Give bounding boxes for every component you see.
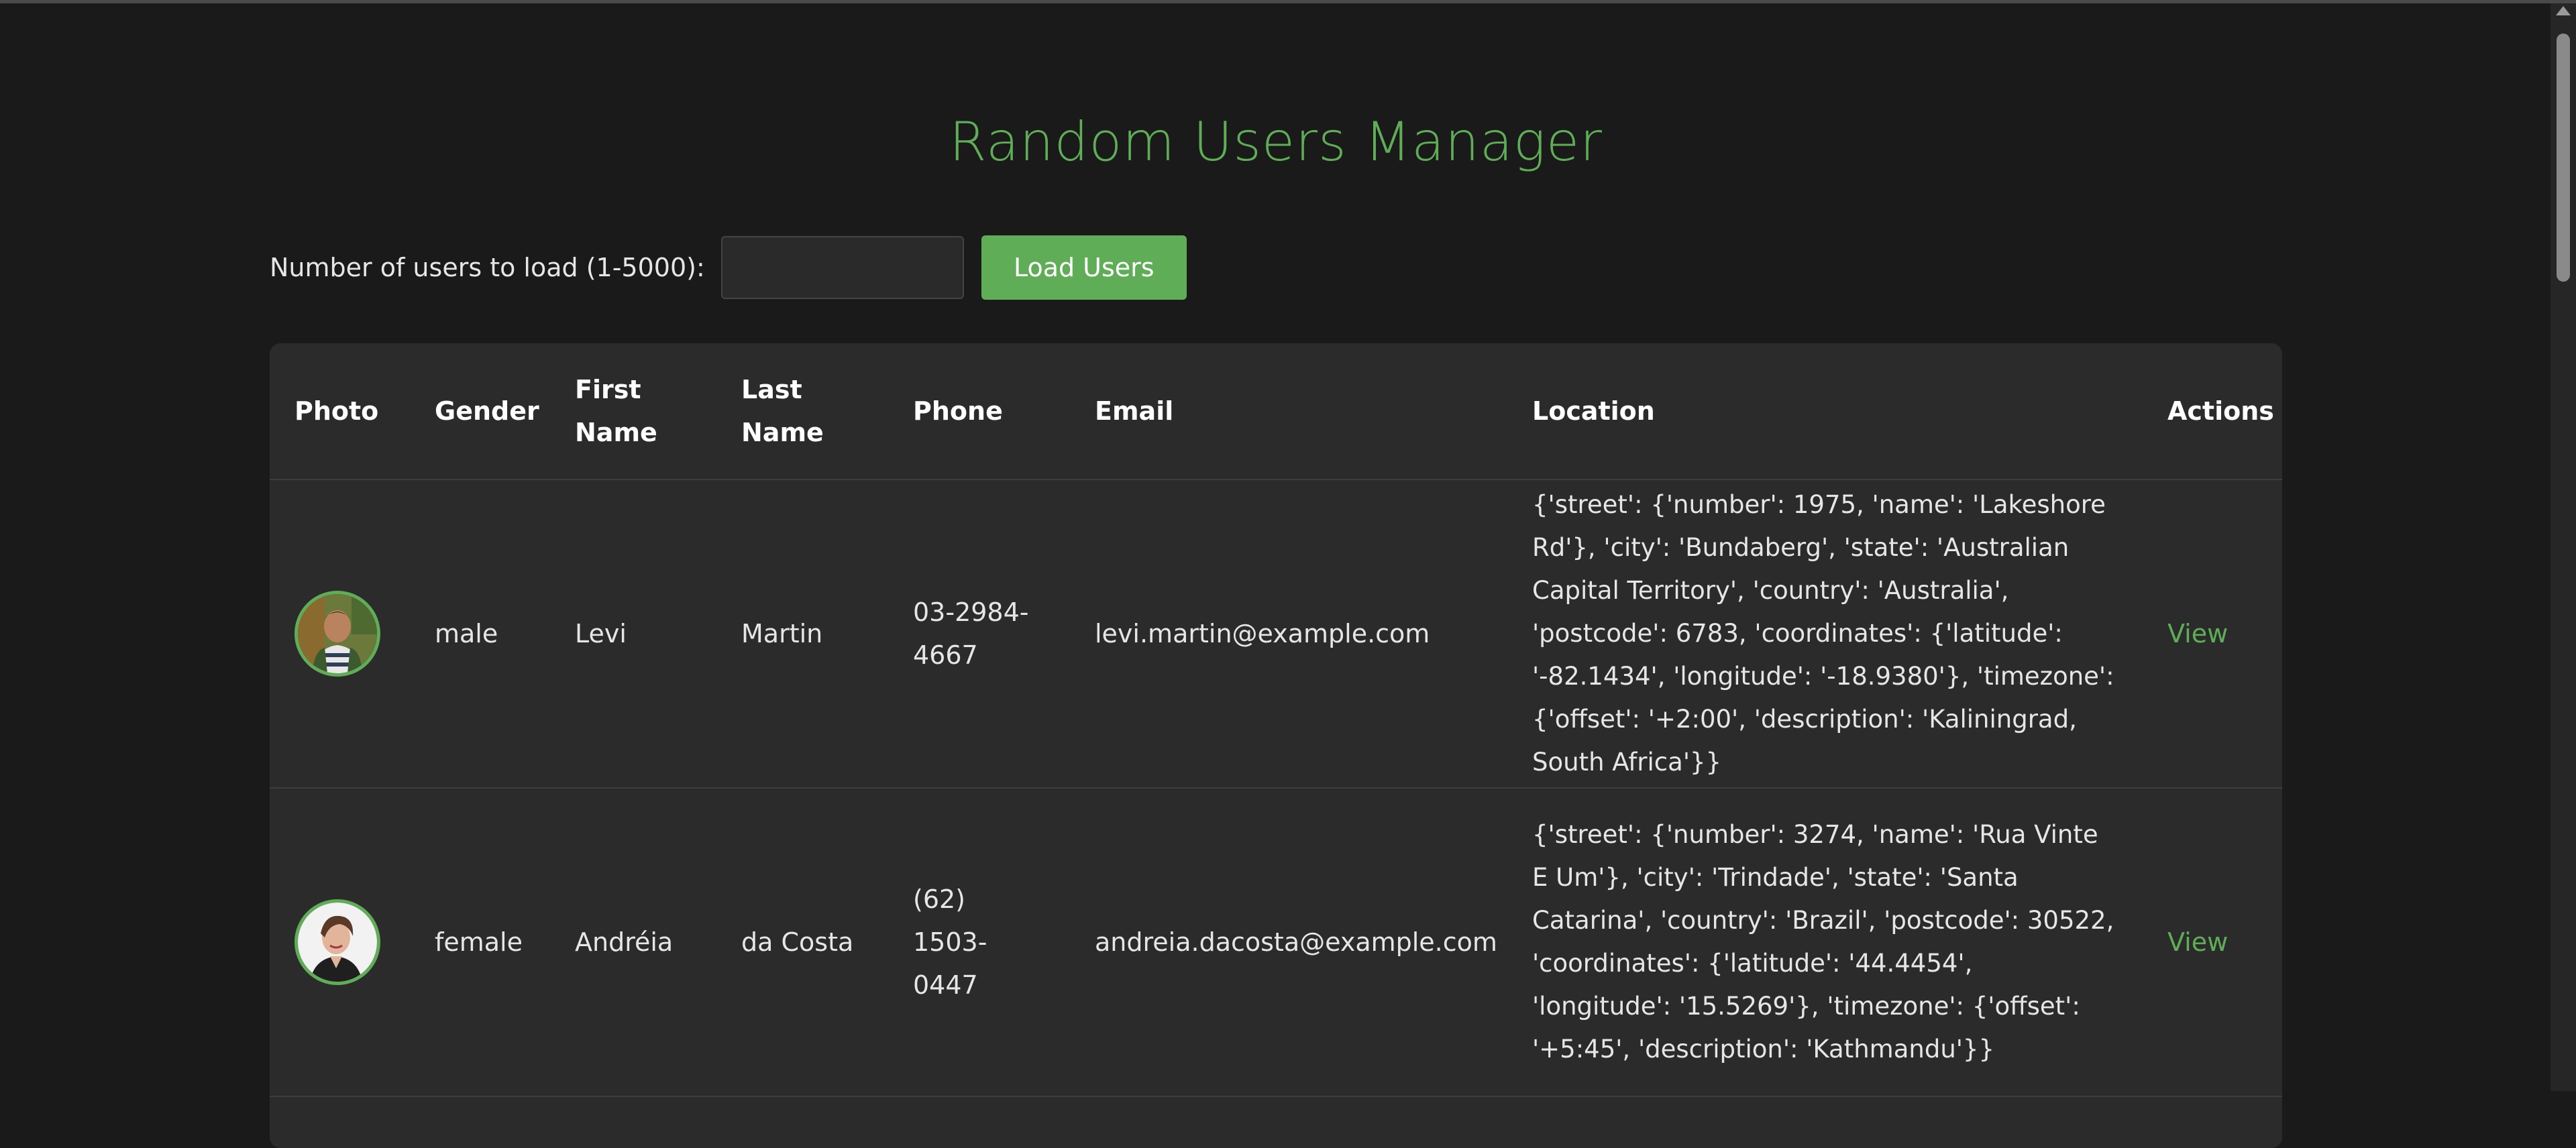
avatar [294,899,380,985]
header-first-name: First Name [550,343,716,480]
table-row: female Andréia da Costa (62) 1503-0447 a… [270,788,2282,1097]
header-actions: Actions [2143,343,2282,480]
scroll-up-arrow-icon[interactable] [2556,6,2571,15]
view-user-link[interactable]: View [2167,619,2228,648]
header-last-name: Last Name [716,343,888,480]
actions-cell: View [2143,479,2282,789]
first-name-cell: Levi [550,479,716,789]
scrollbar-thumb[interactable] [2557,34,2570,282]
table-row: male Levi Martin 03-2984-4667 levi.marti… [270,479,2282,789]
users-table: Photo Gender First Name Last Name Phone … [270,343,2282,1097]
email-cell: andreia.dacosta@example.com [1070,788,1507,1097]
email-cell: levi.martin@example.com [1070,479,1507,789]
vertical-scrollbar[interactable] [2551,3,2576,1091]
avatar [294,591,380,677]
gender-cell: male [410,479,550,789]
load-users-button[interactable]: Load Users [981,235,1187,300]
avatar-male-image [298,594,377,673]
header-gender: Gender [410,343,550,480]
last-name-cell: da Costa [716,788,888,1097]
last-name-cell: Martin [716,479,888,789]
load-controls: Number of users to load (1-5000): Load U… [270,235,1187,300]
location-cell: {'street': {'number': 1975, 'name': 'Lak… [1507,479,2143,789]
users-table-card: Photo Gender First Name Last Name Phone … [270,343,2282,1148]
location-cell: {'street': {'number': 3274, 'name': 'Rua… [1507,788,2143,1097]
header-location: Location [1507,343,2143,480]
gender-cell: female [410,788,550,1097]
phone-cell: 03-2984-4667 [888,479,1070,789]
header-email: Email [1070,343,1507,480]
header-phone: Phone [888,343,1070,480]
table-header-row: Photo Gender First Name Last Name Phone … [270,343,2282,480]
user-count-label: Number of users to load (1-5000): [270,253,705,282]
photo-cell [270,479,410,789]
avatar-female-image [298,903,377,982]
view-user-link[interactable]: View [2167,927,2228,957]
photo-cell [270,788,410,1097]
user-count-input[interactable] [720,236,964,299]
header-photo: Photo [270,343,410,480]
actions-cell: View [2143,788,2282,1097]
phone-cell: (62) 1503-0447 [888,788,1070,1097]
page-container: Random Users Manager Number of users to … [268,0,2284,1148]
first-name-cell: Andréia [550,788,716,1097]
page-title: Random Users Manager [949,111,1603,173]
